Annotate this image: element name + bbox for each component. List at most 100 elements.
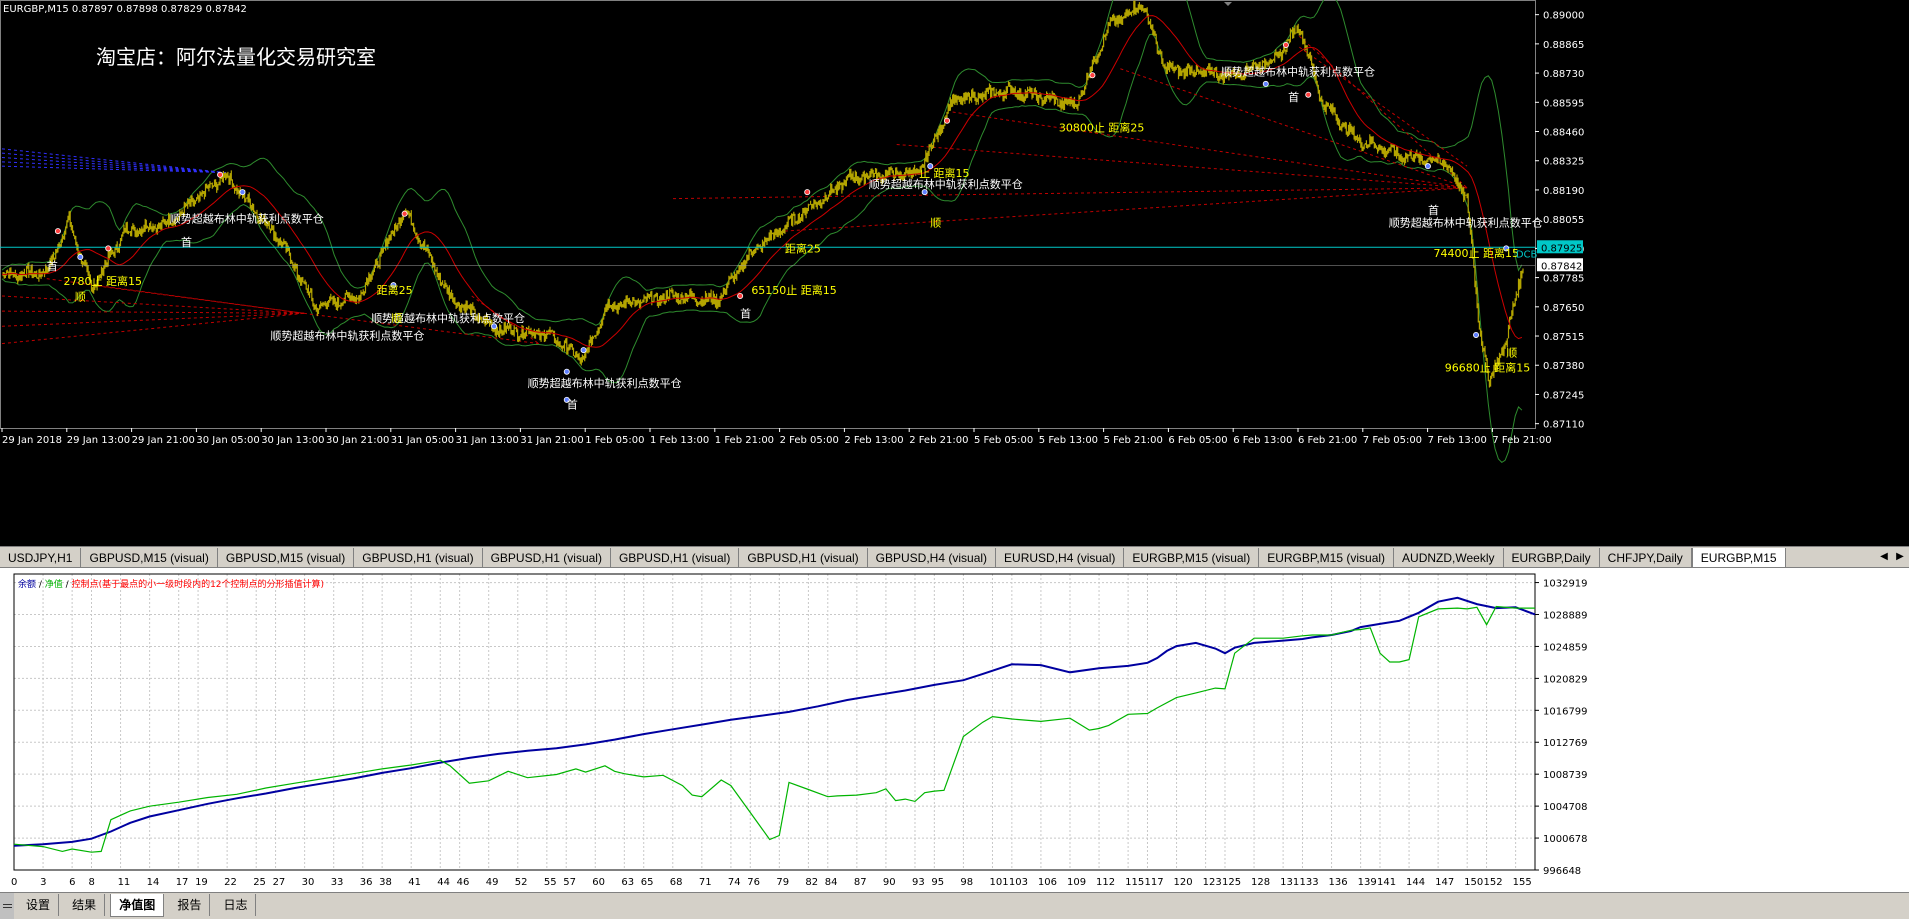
y-axis-label: 1008739: [1543, 770, 1588, 781]
equity-line: [13, 605, 1535, 853]
price-chart-panel[interactable]: 顺势超越布林中轨获利点数平仓 顺势超越布林中轨获利点数平仓 顺势超越布林中轨获利点数…: [0, 0, 1909, 546]
trade-arrow-icon[interactable]: [1262, 80, 1269, 87]
x-axis-label: 90: [883, 877, 896, 888]
time-axis-label: 7 Feb 13:00: [1428, 435, 1487, 446]
time-axis-label: 30 Jan 05:00: [196, 435, 259, 446]
x-axis-label: 65: [641, 877, 654, 888]
trade-arrow-icon[interactable]: [737, 292, 744, 299]
trade-arrow-icon[interactable]: [1089, 72, 1096, 79]
x-axis-label: 27: [273, 877, 286, 888]
trade-arrow-icon[interactable]: [77, 254, 84, 261]
trade-annotation: 顺势超越布林中轨获利点数平仓: [1221, 64, 1375, 78]
chart-tab[interactable]: EURGBP,M15 (visual): [1259, 548, 1395, 567]
chart-tab-strip: USDJPY,H1 GBPUSD,M15 (visual) GBPUSD,M15 (…: [0, 546, 1909, 568]
chart-tab[interactable]: CHFJPY,Daily: [1600, 548, 1692, 567]
tab-results[interactable]: 结果: [64, 894, 106, 916]
trend-fan-line: [673, 187, 1468, 200]
price-axis-label: 0.87245: [1543, 390, 1584, 401]
chart-tab[interactable]: GBPUSD,M15 (visual): [81, 548, 218, 567]
chart-tab[interactable]: EURGBP,M15 (visual): [1124, 548, 1260, 567]
trade-arrow-icon[interactable]: [1282, 41, 1289, 48]
x-axis-label: 120: [1174, 877, 1193, 888]
y-axis-label: 1020829: [1543, 674, 1588, 685]
x-axis-label: 44: [437, 877, 450, 888]
price-axis-label: 0.87515: [1543, 332, 1584, 343]
x-axis-label: 46: [457, 877, 470, 888]
trade-arrow-icon[interactable]: [580, 347, 587, 354]
mt4-window: 顺势超越布林中轨获利点数平仓 顺势超越布林中轨获利点数平仓 顺势超越布林中轨获利点数…: [0, 0, 1909, 919]
price-axis-label: 0.87380: [1543, 361, 1584, 372]
chart-tab[interactable]: GBPUSD,H1 (visual): [611, 548, 740, 567]
trade-annotation: 止 距离15: [919, 166, 970, 180]
chart-tab[interactable]: GBPUSD,M15 (visual): [218, 548, 355, 567]
trade-arrow-icon[interactable]: [1473, 331, 1480, 338]
trade-arrow-icon[interactable]: [1424, 163, 1431, 170]
chart-tab[interactable]: GBPUSD,H1 (visual): [739, 548, 868, 567]
x-axis-label: 38: [379, 877, 392, 888]
trade-arrow-icon[interactable]: [944, 117, 951, 124]
line-price-label: 0.87925: [1541, 243, 1582, 254]
trend-fan-line: [1, 161, 226, 174]
trade-arrow-icon[interactable]: [105, 245, 112, 252]
chart-tab[interactable]: GBPUSD,H1 (visual): [354, 548, 483, 567]
tab-report[interactable]: 报告: [169, 894, 211, 916]
price-chart-canvas[interactable]: 顺势超越布林中轨获利点数平仓顺势超越布林中轨获利点数平仓顺势超越布林中轨获利点数…: [0, 0, 1909, 546]
x-axis-label: 33: [331, 877, 344, 888]
x-axis-label: 0: [11, 877, 17, 888]
trade-annotation: 顺: [930, 217, 941, 230]
x-axis-label: 98: [960, 877, 973, 888]
price-axis-label: 0.87650: [1543, 303, 1584, 314]
price-axis-label: 0.87110: [1543, 420, 1584, 431]
watermark-text: 淘宝店：阿尔法量化交易研究室: [96, 45, 376, 69]
tab-settings[interactable]: 设置: [18, 894, 60, 916]
x-axis-label: 95: [931, 877, 944, 888]
trade-arrow-icon[interactable]: [804, 189, 811, 196]
tab-journal[interactable]: 日志: [215, 894, 257, 916]
chart-tab[interactable]: EURGBP,Daily: [1504, 548, 1600, 567]
y-axis-label: 1024859: [1543, 642, 1588, 653]
tab-scroll-right-icon[interactable]: ▶: [1893, 550, 1907, 564]
time-axis-label: 6 Feb 05:00: [1168, 435, 1227, 446]
x-axis-label: 49: [486, 877, 499, 888]
chart-tab[interactable]: EURGBP,M15: [1691, 548, 1786, 567]
trade-annotation: 首: [1288, 90, 1299, 104]
x-axis-label: 147: [1435, 877, 1454, 888]
x-axis-label: 115: [1125, 877, 1144, 888]
tab-scroll-arrows: ◀ ▶: [1875, 547, 1909, 567]
x-axis-label: 87: [854, 877, 867, 888]
trend-fan-line: [784, 187, 1468, 232]
x-axis-label: 106: [1038, 877, 1057, 888]
x-axis-label: 6: [69, 877, 75, 888]
price-axis-label: 0.88325: [1543, 157, 1584, 168]
tab-scroll-left-icon[interactable]: ◀: [1877, 550, 1891, 564]
x-axis-label: 128: [1251, 877, 1270, 888]
x-axis-label: 123: [1203, 877, 1222, 888]
shift-marker-icon[interactable]: [1224, 2, 1232, 6]
trend-fan-line: [1, 295, 304, 314]
tester-panel-handle[interactable]: ||: [0, 893, 14, 919]
chart-tab[interactable]: GBPUSD,H1 (visual): [483, 548, 611, 567]
legend-legend_sep1: /: [36, 580, 45, 590]
trade-annotation: 74400止 距离15: [1434, 246, 1520, 260]
trade-arrow-icon[interactable]: [239, 189, 246, 196]
trade-annotation: 首: [181, 235, 192, 249]
x-axis-label: 103: [1009, 877, 1028, 888]
trade-arrow-icon[interactable]: [1305, 91, 1312, 98]
trade-arrow-icon[interactable]: [54, 228, 61, 235]
trade-arrow-icon[interactable]: [217, 171, 224, 178]
chart-tab[interactable]: USDJPY,H1: [0, 548, 82, 567]
x-axis-label: 82: [805, 877, 818, 888]
x-axis-label: 125: [1222, 877, 1241, 888]
chart-tab[interactable]: EURUSD,H4 (visual): [996, 548, 1125, 567]
legend-legend_sep2: /: [63, 580, 72, 590]
chart-tab[interactable]: AUDNZD,Weekly: [1394, 548, 1504, 567]
chart-tab[interactable]: GBPUSD,H4 (visual): [868, 548, 997, 567]
trade-arrow-icon[interactable]: [563, 368, 570, 375]
price-axis-label: 0.87785: [1543, 274, 1584, 285]
time-axis-label: 1 Feb 21:00: [715, 435, 774, 446]
x-axis-label: 25: [253, 877, 266, 888]
tab-equity-graph[interactable]: 净值图: [110, 894, 165, 917]
symbol-info: EURGBP,M15 0.87897 0.87898 0.87829 0.878…: [3, 4, 247, 15]
trade-arrow-icon[interactable]: [401, 210, 408, 217]
time-axis-label: 2 Feb 21:00: [909, 435, 968, 446]
